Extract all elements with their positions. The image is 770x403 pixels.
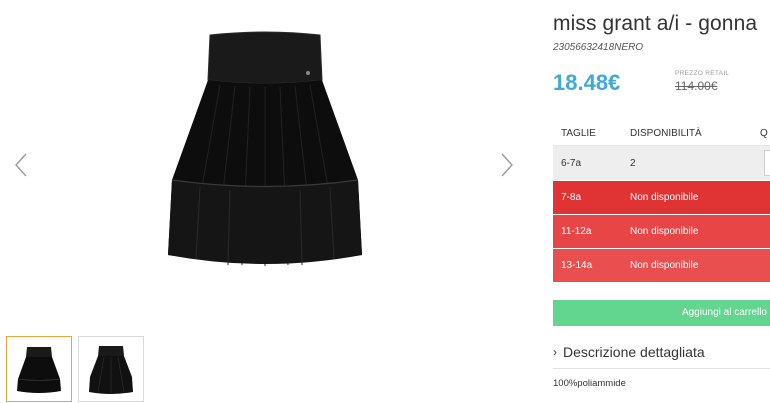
- sizes-table-header: TAGLIE DISPONIBILITÀ Q: [553, 122, 770, 146]
- size-row: 11-12a Non disponibile: [553, 214, 770, 248]
- size-label: 11-12a: [561, 226, 592, 237]
- size-row: 13-14a Non disponibile: [553, 248, 770, 282]
- size-row: 6-7a 2: [553, 146, 770, 180]
- availability-value: Non disponibile: [630, 260, 699, 271]
- size-label: 13-14a: [561, 260, 593, 271]
- size-label: 6-7a: [561, 157, 582, 169]
- retail-price: 114.00€: [675, 79, 718, 93]
- thumbnail-strip: [6, 336, 144, 402]
- availability-value: Non disponibile: [630, 192, 699, 203]
- quantity-input[interactable]: [764, 150, 770, 176]
- size-row: 7-8a Non disponibile: [553, 180, 770, 214]
- product-details: miss grant a/i - gonna 23056632418NERO 1…: [553, 0, 770, 403]
- add-to-cart-button[interactable]: Aggiungi al carrello: [553, 300, 770, 326]
- divider: [553, 368, 770, 369]
- size-label: 7-8a: [561, 192, 582, 203]
- thumbnail-1[interactable]: [6, 336, 72, 402]
- header-quantity: Q: [760, 128, 768, 139]
- header-size: TAGLIE: [561, 128, 596, 139]
- description-toggle-label: Descrizione dettagliata: [563, 344, 705, 360]
- product-price: 18.48€: [553, 70, 621, 95]
- product-gallery: [0, 0, 540, 403]
- availability-value: Non disponibile: [630, 226, 699, 237]
- header-availability: DISPONIBILITÀ: [630, 128, 702, 139]
- chevron-right-icon: [501, 153, 513, 177]
- description-toggle[interactable]: › Descrizione dettagliata: [553, 344, 705, 360]
- availability-value: 2: [630, 157, 636, 169]
- thumbnail-skirt-image: [17, 347, 61, 393]
- thumbnail-2[interactable]: [78, 336, 144, 402]
- thumbnail-skirt-image: [89, 346, 133, 394]
- retail-price-label: PREZZO RETAIL: [675, 70, 730, 77]
- sizes-table: TAGLIE DISPONIBILITÀ Q 6-7a 2 7-8a Non d…: [553, 122, 770, 282]
- chevron-right-small-icon: ›: [553, 345, 557, 359]
- product-sku: 23056632418NERO: [553, 42, 644, 53]
- chevron-left-icon: [15, 153, 27, 177]
- product-page: miss grant a/i - gonna 23056632418NERO 1…: [0, 0, 770, 403]
- material-text: 100%poliammide: [553, 378, 626, 389]
- next-image-button[interactable]: [496, 150, 516, 180]
- product-main-image: [168, 31, 362, 266]
- product-title: miss grant a/i - gonna: [553, 12, 758, 35]
- prev-image-button[interactable]: [12, 150, 32, 180]
